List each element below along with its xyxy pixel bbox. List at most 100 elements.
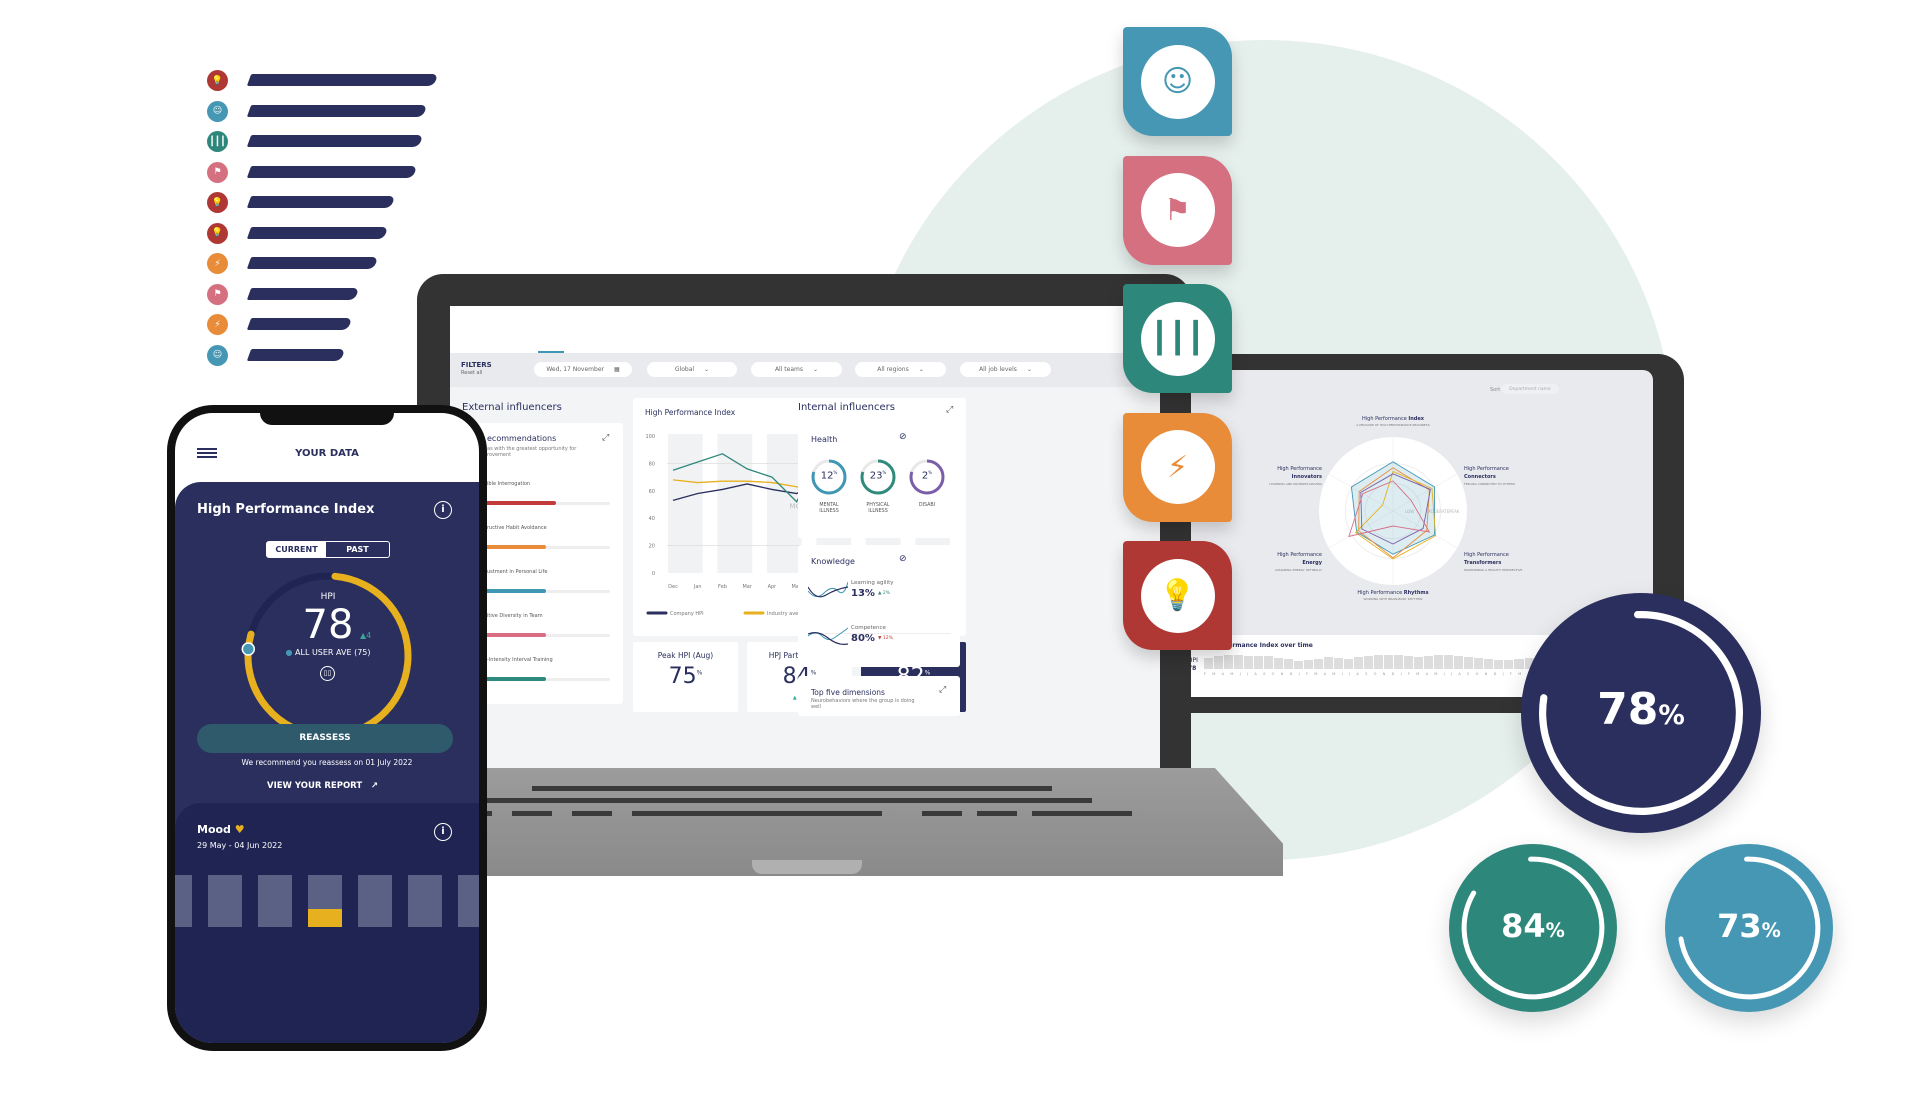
timeline-bar: [1234, 654, 1244, 669]
ring-value: 12%: [820, 470, 838, 482]
masks-network-icon: ☺: [207, 344, 228, 366]
masks-network-icon: ☺: [1140, 44, 1215, 119]
knowledge-delta: ▲ 2%: [878, 591, 891, 596]
radar-axis-sub: WORKING WITH BRAIN-BODY RHYTHMS: [1364, 597, 1423, 601]
timeline-bar: [1304, 660, 1314, 669]
radar-axis-name: Connectors: [1464, 474, 1496, 480]
lightbulb-head-icon: 💡: [207, 222, 228, 244]
info-icon[interactable]: ⊘: [899, 432, 907, 442]
info-icon[interactable]: i: [434, 823, 452, 841]
chevron-down-icon: ⌄: [918, 366, 924, 373]
x-tick-label: Jan: [693, 584, 702, 590]
mood-dates: 29 May - 04 Jun 2022: [197, 841, 283, 850]
ranking-bar: [246, 135, 424, 147]
reset-all-link[interactable]: Reset all: [461, 370, 482, 376]
influencer-label: itive Diversity in Team: [487, 613, 543, 619]
y-tick-label: 80: [649, 461, 655, 467]
mood-bar: [208, 875, 242, 927]
x-tick-label: Mar: [742, 584, 752, 590]
masks-network-icon: ☺: [207, 100, 228, 122]
info-icon[interactable]: i: [434, 501, 452, 519]
timeline-bar: [1264, 656, 1274, 669]
date-filter[interactable]: Wed, 17 November ▦: [534, 362, 632, 377]
job-levels-filter[interactable]: All job levels ⌄: [960, 362, 1051, 377]
view-report-link[interactable]: VIEW YOUR REPORT ↗: [267, 781, 378, 791]
reassess-button[interactable]: REASSESS: [197, 724, 453, 753]
ranking-bar: [246, 165, 418, 178]
stat-unit: %: [1658, 700, 1685, 732]
radar-axis-label: High Performance: [1464, 552, 1509, 558]
sparkline-svg: [807, 627, 849, 645]
ring-label: DISABI: [918, 503, 936, 508]
energy-person-icon: ⚡: [1140, 430, 1215, 504]
mood-bar: [258, 875, 292, 927]
influencer-label: ructive Habit Avoidance: [487, 525, 547, 531]
view-report-label: VIEW YOUR REPORT: [267, 781, 363, 791]
expand-icon[interactable]: ⤢: [602, 433, 609, 443]
timeline-bar: [1374, 655, 1384, 669]
teams-filter[interactable]: All teams ⌄: [751, 362, 842, 377]
radar-axis-name: Innovators: [1292, 474, 1322, 480]
x-tick-label: Dec: [668, 584, 678, 590]
x-tick-label: Feb: [718, 584, 727, 590]
timeline-bar: [1354, 657, 1364, 669]
info-icon[interactable]: ⊘: [899, 554, 907, 564]
timeline-bar: [1284, 659, 1294, 669]
timeline-bar: [1334, 658, 1344, 669]
stat-circle: 78%: [1521, 593, 1761, 833]
radar-axis-sub: LEARNING AND PROBLEM-SOLVING: [1269, 482, 1322, 486]
timeline-bar: [1314, 659, 1324, 669]
radar-axis-label: High Performance: [1277, 552, 1322, 558]
radar-axis-name: Index: [1408, 416, 1424, 422]
average-label: ALL USER AVE (75): [295, 648, 371, 657]
stat-circle: 84%: [1449, 844, 1617, 1012]
ranking-bar: [246, 287, 360, 300]
x-tick-label: Apr: [768, 584, 778, 590]
chart-band-column: [717, 434, 753, 573]
regions-filter[interactable]: All regions ⌄: [855, 362, 946, 377]
timeline-bar: [1404, 656, 1414, 669]
expand-icon[interactable]: ⤢: [939, 685, 946, 695]
scope-filter[interactable]: Global ⌄: [647, 362, 737, 377]
radar-axis-sub: A MEASURE OF HIGH PERFORMANCE READINESS: [1356, 423, 1429, 427]
health-title: Health: [811, 435, 838, 444]
radar-axis-label: High Performance: [1277, 466, 1322, 472]
ranking-bar: [246, 104, 427, 117]
legend-label: Company HPI: [670, 611, 704, 617]
regions-value: All regions: [877, 366, 909, 373]
timeline-bar: [1364, 656, 1374, 669]
chevron-down-icon: ⌄: [704, 366, 710, 373]
mood-bar: [458, 875, 479, 927]
timeline-bar: [1204, 658, 1214, 669]
kpi-value: 75%: [668, 664, 703, 689]
timeline-bar: [1244, 655, 1254, 669]
radar-axis-label: High Performance: [1464, 466, 1509, 472]
chart-band-column: [668, 434, 703, 573]
timeline-bar: [1294, 660, 1304, 669]
reassess-recommendation: We recommend you reassess on 01 July 202…: [241, 758, 413, 767]
timeline-bar: [1214, 656, 1224, 669]
heart-icon: ♥: [234, 823, 245, 836]
top-five-subtitle: Neurobehaviors where the group is doing …: [811, 698, 915, 710]
gauge-label: HPI: [320, 592, 336, 602]
filters-bar: FILTERS Reset all Wed, 17 November ▦ Glob…: [450, 353, 1160, 387]
timeline-bar: [1394, 654, 1404, 669]
toggle-past[interactable]: PAST: [326, 542, 389, 557]
top-five-title: Top five dimensions: [811, 688, 885, 697]
calendar-icon: ▦: [613, 366, 620, 373]
y-tick-label: 40: [649, 516, 655, 522]
toggle-current[interactable]: CURRENT: [267, 542, 326, 557]
kpi-unit: %: [696, 669, 703, 677]
ring-label: ILLNESS: [819, 509, 839, 514]
kpi-label: Peak HPI (Aug): [657, 651, 714, 660]
mood-label: Mood: [197, 823, 231, 836]
head-profile-icon: ⚑: [1140, 173, 1215, 247]
influencer-label: ustment in Personal Life: [487, 569, 548, 575]
feature-tile: ┃┃┃: [1123, 284, 1232, 393]
lightbulb-head-icon: 💡: [207, 192, 228, 213]
knowledge-value: 13%: [851, 588, 875, 599]
radar-axis-name: Rhythms: [1404, 590, 1429, 596]
book-icon[interactable]: ▯▯: [320, 666, 335, 681]
soundwave-icon: ┃┃┃: [207, 131, 228, 152]
feature-tile: ⚑: [1123, 155, 1232, 265]
